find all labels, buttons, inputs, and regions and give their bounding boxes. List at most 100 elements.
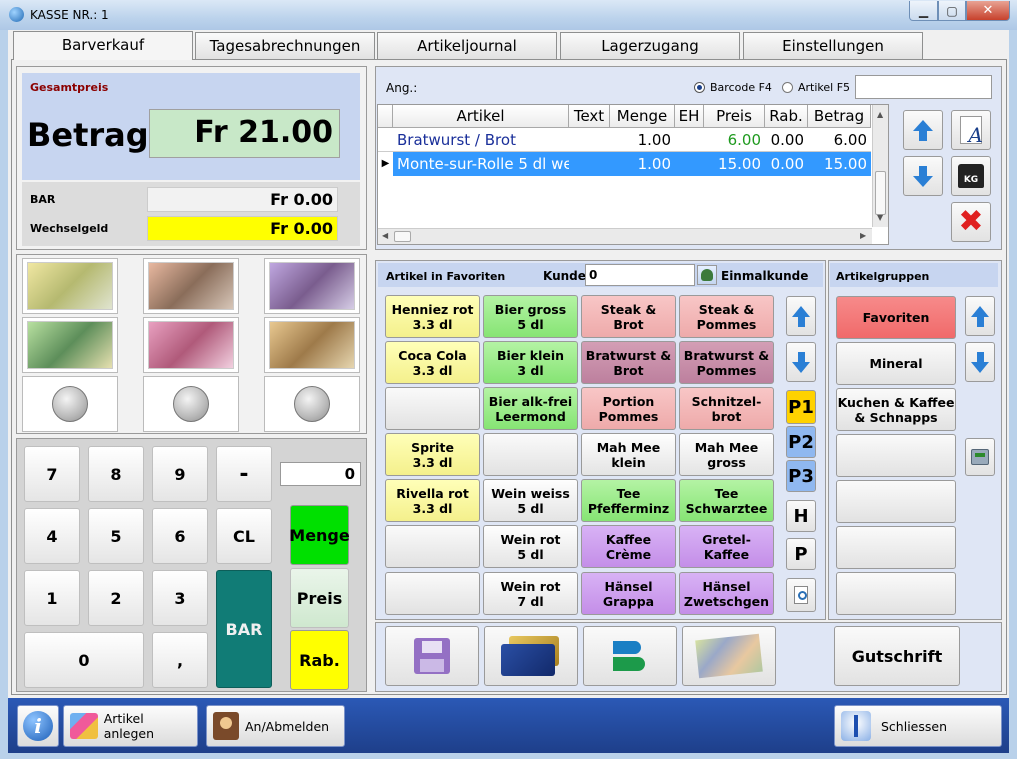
favorite-button[interactable]: Portion Pommes — [581, 387, 676, 430]
page-p2-button[interactable]: P2 — [786, 426, 816, 458]
fav-down-button[interactable] — [786, 342, 816, 382]
group-item[interactable]: Favoriten — [836, 296, 956, 339]
col-eh[interactable]: EH — [675, 105, 704, 128]
banknote-10-button[interactable] — [22, 258, 118, 314]
favorite-button[interactable] — [385, 387, 480, 430]
weight-button[interactable]: KG — [951, 156, 991, 196]
text-edit-button[interactable]: A — [951, 110, 991, 150]
favorite-button[interactable]: Steak & Pommes — [679, 295, 774, 338]
col-menge[interactable]: Menge — [610, 105, 675, 128]
search-input[interactable] — [855, 75, 992, 99]
col-rab[interactable]: Rab. — [765, 105, 808, 128]
coin-5-button[interactable] — [264, 376, 360, 432]
col-betrag[interactable]: Betrag — [808, 105, 871, 128]
artikel-radio[interactable] — [782, 82, 793, 93]
col-text[interactable]: Text — [569, 105, 610, 128]
card-payment-button[interactable] — [484, 626, 578, 686]
key-9[interactable]: 9 — [152, 446, 208, 502]
favorite-button[interactable]: Coca Cola 3.3 dl — [385, 341, 480, 384]
banknote-200-button[interactable] — [143, 317, 239, 373]
favorite-button[interactable]: Steak & Brot — [581, 295, 676, 338]
page-p3-button[interactable]: P3 — [786, 460, 816, 492]
coin-1-button[interactable] — [22, 376, 118, 432]
key-0[interactable]: 0 — [24, 632, 144, 688]
vertical-scrollbar[interactable]: ▲ ▼ — [872, 105, 888, 227]
key-1[interactable]: 1 — [24, 570, 80, 626]
favorite-button[interactable]: Mah Mee gross — [679, 433, 774, 476]
favorite-button[interactable]: Bier alk-frei Leermond — [483, 387, 578, 430]
tab-einstellungen[interactable]: Einstellungen — [743, 32, 923, 59]
favorite-button[interactable]: Hänsel Grappa — [581, 572, 676, 615]
favorite-button[interactable]: Tee Pfefferminz — [581, 479, 676, 522]
favorite-button[interactable]: Bier klein 3 dl — [483, 341, 578, 384]
col-artikel[interactable]: Artikel — [393, 105, 569, 128]
group-item[interactable] — [836, 480, 956, 523]
group-item[interactable]: Kuchen & Kaffee & Schnapps — [836, 388, 956, 431]
tab-artikeljournal[interactable]: Artikeljournal — [377, 32, 557, 59]
coin-2-button[interactable] — [143, 376, 239, 432]
key-2[interactable]: 2 — [88, 570, 144, 626]
favorite-button[interactable]: Bratwurst & Pommes — [679, 341, 774, 384]
save-button[interactable] — [385, 626, 479, 686]
maximize-button[interactable]: ▢ — [938, 1, 966, 21]
favorite-button[interactable]: Schnitzel- brot — [679, 387, 774, 430]
horizontal-scrollbar[interactable]: ◀ ▶ — [378, 228, 872, 244]
artikel-anlegen-button[interactable]: Artikel anlegen — [63, 705, 198, 747]
row-up-button[interactable] — [903, 110, 943, 150]
delete-row-button[interactable]: ✖ — [951, 202, 991, 242]
favorite-button[interactable] — [385, 525, 480, 568]
key-4[interactable]: 4 — [24, 508, 80, 564]
group-item[interactable] — [836, 434, 956, 477]
menge-button[interactable]: Menge — [289, 505, 350, 565]
cash-register-button[interactable] — [965, 438, 995, 476]
favorite-button[interactable]: Bratwurst & Brot — [581, 341, 676, 384]
key-8[interactable]: 8 — [88, 446, 144, 502]
table-row-selected[interactable]: ▶ Monte-sur-Rolle 5 dl weis 1.00 15.00 0… — [378, 152, 871, 176]
favorite-button[interactable]: Mah Mee klein — [581, 433, 676, 476]
barcode-radio[interactable] — [694, 82, 705, 93]
key-5[interactable]: 5 — [88, 508, 144, 564]
minimize-button[interactable]: ▁ — [909, 1, 938, 21]
rabatt-button[interactable]: Rab. — [290, 630, 349, 690]
group-up-button[interactable] — [965, 296, 995, 336]
key-minus[interactable]: - — [216, 446, 272, 502]
col-preis[interactable]: Preis — [704, 105, 765, 128]
page-p1-button[interactable]: P1 — [786, 390, 816, 424]
info-button[interactable]: i — [17, 705, 59, 747]
group-down-button[interactable] — [965, 342, 995, 382]
fav-up-button[interactable] — [786, 296, 816, 336]
key-comma[interactable]: , — [152, 632, 208, 688]
group-item[interactable] — [836, 572, 956, 615]
banknote-50-button[interactable] — [264, 258, 360, 314]
key-7[interactable]: 7 — [24, 446, 80, 502]
fav-search-button[interactable] — [786, 578, 816, 612]
customer-search-button[interactable] — [697, 265, 717, 285]
an-abmelden-button[interactable]: An/Abmelden — [206, 705, 345, 747]
favorite-button[interactable]: Henniez rot 3.3 dl — [385, 295, 480, 338]
kunde-input[interactable]: 0 — [585, 264, 695, 286]
tab-tagesabrechnungen[interactable]: Tagesabrechnungen — [195, 32, 375, 59]
banknote-100-button[interactable] — [22, 317, 118, 373]
favorite-button[interactable] — [483, 433, 578, 476]
favorite-button[interactable]: Bier gross 5 dl — [483, 295, 578, 338]
banknote-1000-button[interactable] — [264, 317, 360, 373]
favorite-button[interactable]: Tee Schwarztee — [679, 479, 774, 522]
euro-payment-button[interactable] — [682, 626, 776, 686]
keypad-display[interactable]: 0 — [280, 462, 361, 486]
key-6[interactable]: 6 — [152, 508, 208, 564]
group-item[interactable]: Mineral — [836, 342, 956, 385]
page-h-button[interactable]: H — [786, 500, 816, 532]
key-3[interactable]: 3 — [152, 570, 208, 626]
close-window-button[interactable]: ✕ — [966, 1, 1010, 21]
key-clear[interactable]: CL — [216, 508, 272, 564]
tab-barverkauf[interactable]: Barverkauf — [13, 31, 193, 60]
postfinance-button[interactable] — [583, 626, 677, 686]
preis-button[interactable]: Preis — [290, 568, 349, 628]
table-row[interactable]: Bratwurst / Brot 1.00 6.00 0.00 6.00 — [378, 128, 871, 152]
group-item[interactable] — [836, 526, 956, 569]
favorite-button[interactable]: Wein rot 7 dl — [483, 572, 578, 615]
schliessen-button[interactable]: Schliessen — [834, 705, 1002, 747]
page-p-button[interactable]: P — [786, 538, 816, 570]
row-down-button[interactable] — [903, 156, 943, 196]
favorite-button[interactable]: Sprite 3.3 dl — [385, 433, 480, 476]
